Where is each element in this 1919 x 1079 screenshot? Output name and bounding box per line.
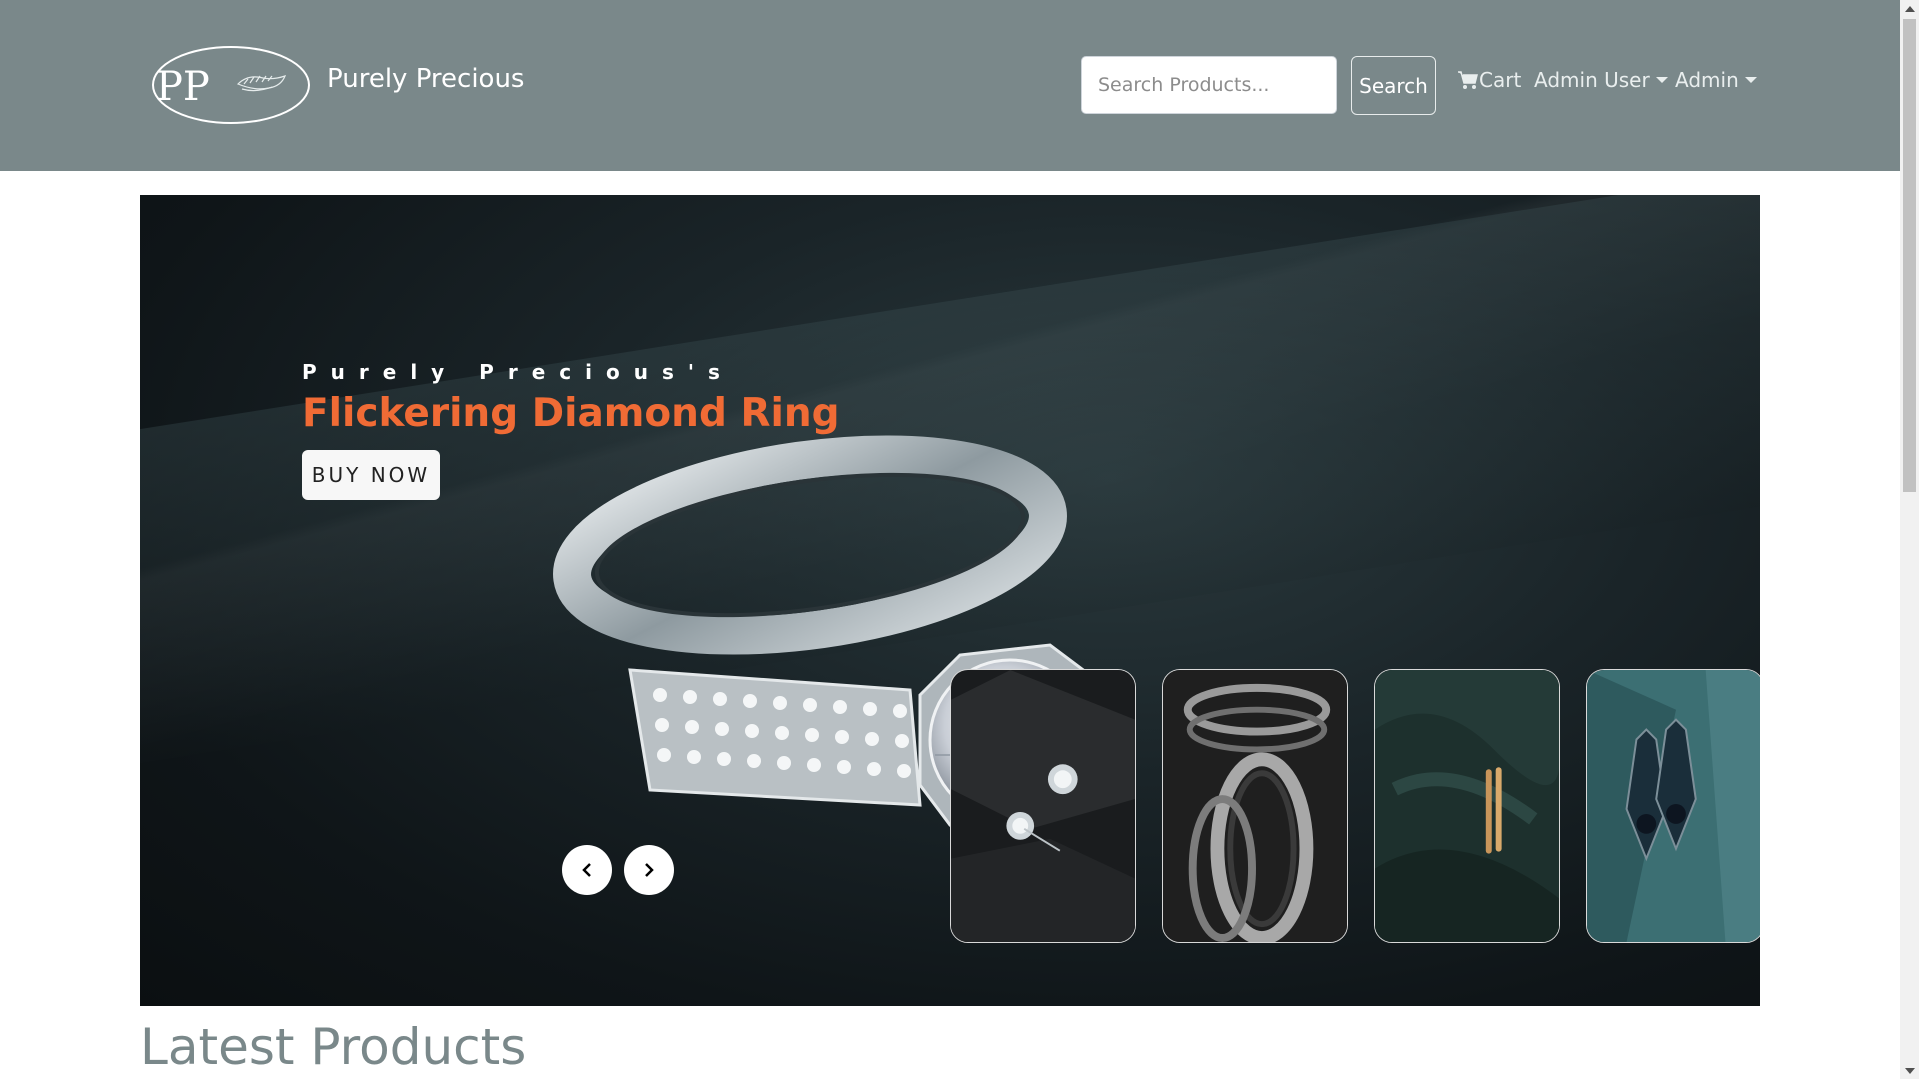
scroll-thumb[interactable] [1903,19,1916,492]
diamond-ring-image [553,435,1102,827]
admin-dropdown[interactable]: Admin [1675,68,1757,92]
admin-label: Admin [1675,68,1739,92]
scroll-down-icon[interactable] [1900,1062,1919,1079]
hero-carousel: Purely Precious's Flickering Diamond Rin… [140,195,1760,1006]
hero-kicker: Purely Precious's [302,360,734,384]
logo-text: PP [156,64,210,110]
brand-logo[interactable]: PP [150,44,312,126]
page-scrollbar[interactable] [1900,0,1919,1079]
thumbnail-gold-rings[interactable] [1374,669,1560,943]
thumbnail-drop-earrings[interactable] [1586,669,1760,943]
cart-icon [1458,71,1478,89]
carousel-prev-button[interactable] [562,845,612,895]
hero-title: Flickering Diamond Ring [302,391,840,436]
chevron-left-icon [582,863,591,877]
cart-link[interactable]: Cart [1457,68,1521,92]
chevron-right-icon [645,863,654,877]
caret-down-icon [1744,77,1757,83]
brand-name[interactable]: Purely Precious [327,64,524,94]
buy-now-button[interactable]: BUY NOW [302,450,440,500]
thumbnail-silver-bangles[interactable] [1162,669,1348,943]
section-title: Latest Products [140,1018,527,1076]
search-button[interactable]: Search [1351,56,1436,115]
caret-down-icon [1655,77,1668,83]
admin-user-dropdown[interactable]: Admin User [1534,68,1668,92]
admin-user-label: Admin User [1534,68,1650,92]
search-input[interactable] [1081,56,1337,114]
carousel-next-button[interactable] [624,845,674,895]
navbar: PP Purely Precious Search Cart Admin Use… [0,0,1900,171]
cart-label: Cart [1479,68,1522,92]
scroll-up-icon[interactable] [1900,0,1919,17]
thumbnail-diamond-stud-earrings[interactable] [950,669,1136,943]
